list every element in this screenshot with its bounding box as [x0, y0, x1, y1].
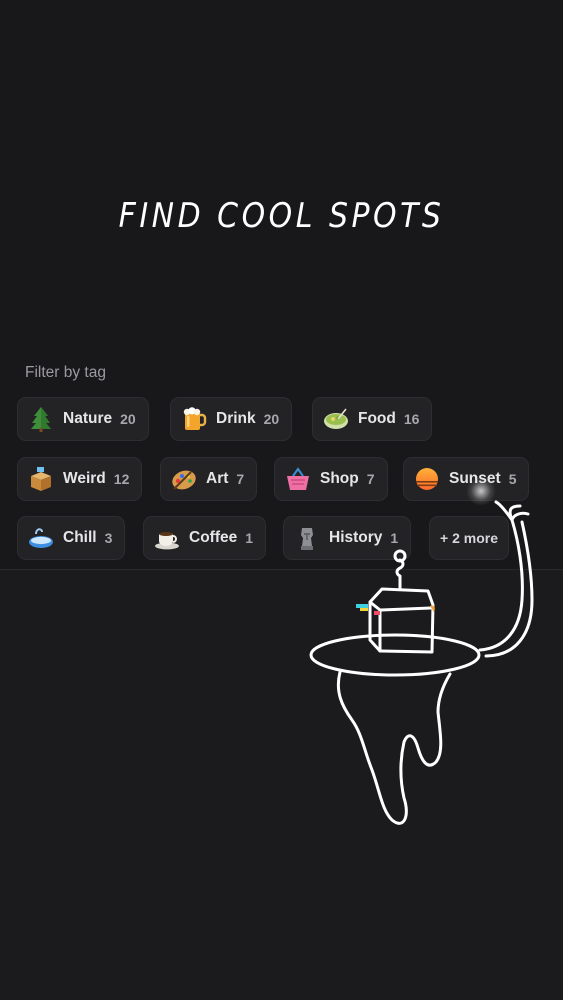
tag-chip-weird[interactable]: Weird 12	[17, 457, 143, 501]
tag-count: 12	[113, 471, 130, 487]
tag-label: Sunset	[449, 470, 501, 487]
tag-chip-nature[interactable]: Nature 20	[17, 397, 149, 441]
tag-chip-coffee[interactable]: Coffee 1	[143, 516, 267, 560]
more-tags-label: + 2 more	[440, 530, 498, 546]
tag-count: 1	[245, 530, 254, 546]
tag-count: 7	[366, 471, 375, 487]
tag-label: Coffee	[189, 529, 238, 546]
tag-chip-food[interactable]: Food 16	[312, 397, 433, 441]
shopping-basket-icon	[285, 466, 311, 492]
tag-label: Art	[206, 470, 229, 487]
tag-chip-chill[interactable]: Chill 3	[17, 516, 126, 560]
tag-count: 16	[403, 411, 420, 427]
palette-icon	[171, 466, 197, 492]
coffee-cup-icon	[154, 525, 180, 551]
tag-chip-shop[interactable]: Shop 7	[274, 457, 388, 501]
tag-chip-sunset[interactable]: Sunset 5	[403, 457, 530, 501]
tag-label: Shop	[320, 470, 359, 487]
tag-count: 20	[263, 411, 280, 427]
ballot-box-icon	[28, 466, 54, 492]
tag-count: 5	[508, 471, 517, 487]
tree-icon	[28, 406, 54, 432]
tag-label: Nature	[63, 410, 113, 427]
tag-count: 1	[390, 530, 399, 546]
more-tags-button[interactable]: + 2 more	[429, 516, 509, 560]
moai-statue-icon	[294, 525, 320, 551]
tag-count: 7	[236, 471, 245, 487]
content-area	[0, 570, 563, 1000]
tag-label: Food	[358, 410, 396, 427]
tag-chip-art[interactable]: Art 7	[160, 457, 258, 501]
tag-count: 3	[104, 530, 113, 546]
tag-chip-drink[interactable]: Drink 20	[170, 397, 293, 441]
sunset-icon	[414, 466, 440, 492]
bathtub-icon	[28, 525, 54, 551]
tag-count: 20	[120, 411, 136, 427]
tag-chip-history[interactable]: History 1	[283, 516, 412, 560]
filter-label: Filter by tag	[25, 364, 106, 381]
tag-label: Drink	[216, 410, 256, 427]
food-bowl-icon	[323, 406, 349, 432]
beer-mug-icon	[181, 406, 207, 432]
tag-label: History	[329, 529, 383, 546]
tag-label: Weird	[63, 470, 106, 487]
tag-label: Chill	[63, 529, 97, 546]
page-title: FIND COOL SPOTS	[118, 196, 445, 236]
